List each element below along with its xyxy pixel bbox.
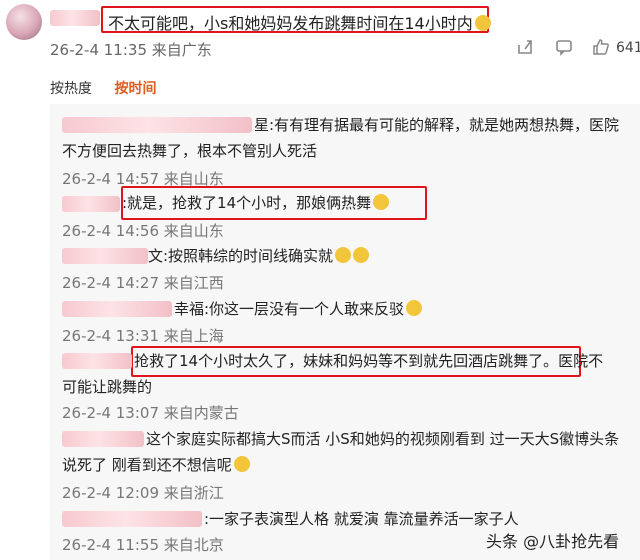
comment-item: :就是，抢救了14个小时，那娘俩热舞	[62, 190, 632, 216]
comment-icon[interactable]	[555, 38, 573, 60]
comment-text-cont: 说死了 刚看到还不想信呢	[62, 452, 632, 478]
comment-item: 文:按照韩综的时间线确实就	[62, 243, 632, 269]
comment-text: 幸福:你这一层没有一个人敢来反驳	[62, 296, 632, 322]
comment-text-cont: 不方便回去热舞了，根本不管别人死活	[62, 142, 318, 160]
tab-sort-time[interactable]: 按时间	[114, 81, 156, 97]
laughing-emoji-icon	[406, 300, 423, 316]
post-card: 不太可能吧，小s和她妈妈发布跳舞时间在14小时内 26-2-4 11:35 来自…	[0, 0, 640, 68]
comment-text: 抢救了14个小时太久了，妹妹和妈妈等不到就先回酒店跳舞了。医院不	[134, 352, 604, 370]
comment-item: 这个家庭实际都搞大S而活 小S和她妈的视频刚看到 过一天大S徽博头条 说死了 刚…	[62, 426, 632, 478]
like-icon[interactable]	[592, 38, 610, 60]
doge-emoji-icon	[353, 247, 370, 263]
comment-text-content: 文:按照韩综的时间线确实就	[148, 247, 334, 265]
watermark: 头条 @八卦抢先看	[486, 532, 620, 551]
like-count: 641	[616, 40, 640, 56]
post-text-content: 不太可能吧，小s和她妈妈发布跳舞时间在14小时内	[108, 14, 473, 33]
crying-emoji-icon	[373, 194, 390, 210]
avatar[interactable]	[6, 4, 42, 40]
post-text: 不太可能吧，小s和她妈妈发布跳舞时间在14小时内	[108, 10, 491, 34]
post-meta: 26-2-4 11:35 来自广东	[50, 41, 212, 59]
comment-item: 星:有有理有据最有可能的解释，就是她两想热舞，医院 不方便回去热舞了，根本不管别…	[62, 112, 632, 164]
comment-meta: 26-2-4 14:56 来自山东	[62, 222, 224, 240]
comment-text-cont: 可能让跳舞的	[62, 378, 153, 396]
tab-sort-hot[interactable]: 按热度	[50, 81, 92, 97]
comment-meta: 26-2-4 14:27 来自江西	[62, 274, 224, 292]
comment-text-content: :就是，抢救了14个小时，那娘俩热舞	[122, 194, 372, 212]
comment-text: 文:按照韩综的时间线确实就	[62, 243, 632, 269]
crying-emoji-icon	[233, 456, 250, 472]
comment-item: 抢救了14个小时太久了，妹妹和妈妈等不到就先回酒店跳舞了。医院不 可能让跳舞的	[62, 348, 632, 400]
comment-meta: 26-2-4 12:09 来自浙江	[62, 484, 224, 502]
comment-item: 幸福:你这一层没有一个人敢来反驳	[62, 296, 632, 322]
comment-meta: 26-2-4 13:31 来自上海	[62, 327, 224, 345]
doge-emoji-icon	[335, 247, 352, 263]
comment-text: :就是，抢救了14个小时，那娘俩热舞	[62, 190, 632, 216]
username-blurred[interactable]	[50, 10, 100, 26]
comment-text-content: 幸福:你这一层没有一个人敢来反驳	[174, 300, 405, 318]
comment-text: 这个家庭实际都搞大S而活 小S和她妈的视频刚看到 过一天大S徽博头条	[146, 430, 620, 448]
comment-meta: 26-2-4 13:07 来自内蒙古	[62, 404, 239, 422]
share-icon[interactable]	[516, 38, 534, 60]
comment-text-content: 说死了 刚看到还不想信呢	[62, 456, 232, 474]
sort-tabs: 按热度 按时间	[50, 78, 174, 98]
laughing-emoji-icon	[474, 15, 491, 31]
comment-text: 星:有有理有据最有可能的解释，就是她两想热舞，医院	[254, 116, 620, 134]
comment-meta: 26-2-4 11:55 来自北京	[62, 536, 224, 554]
